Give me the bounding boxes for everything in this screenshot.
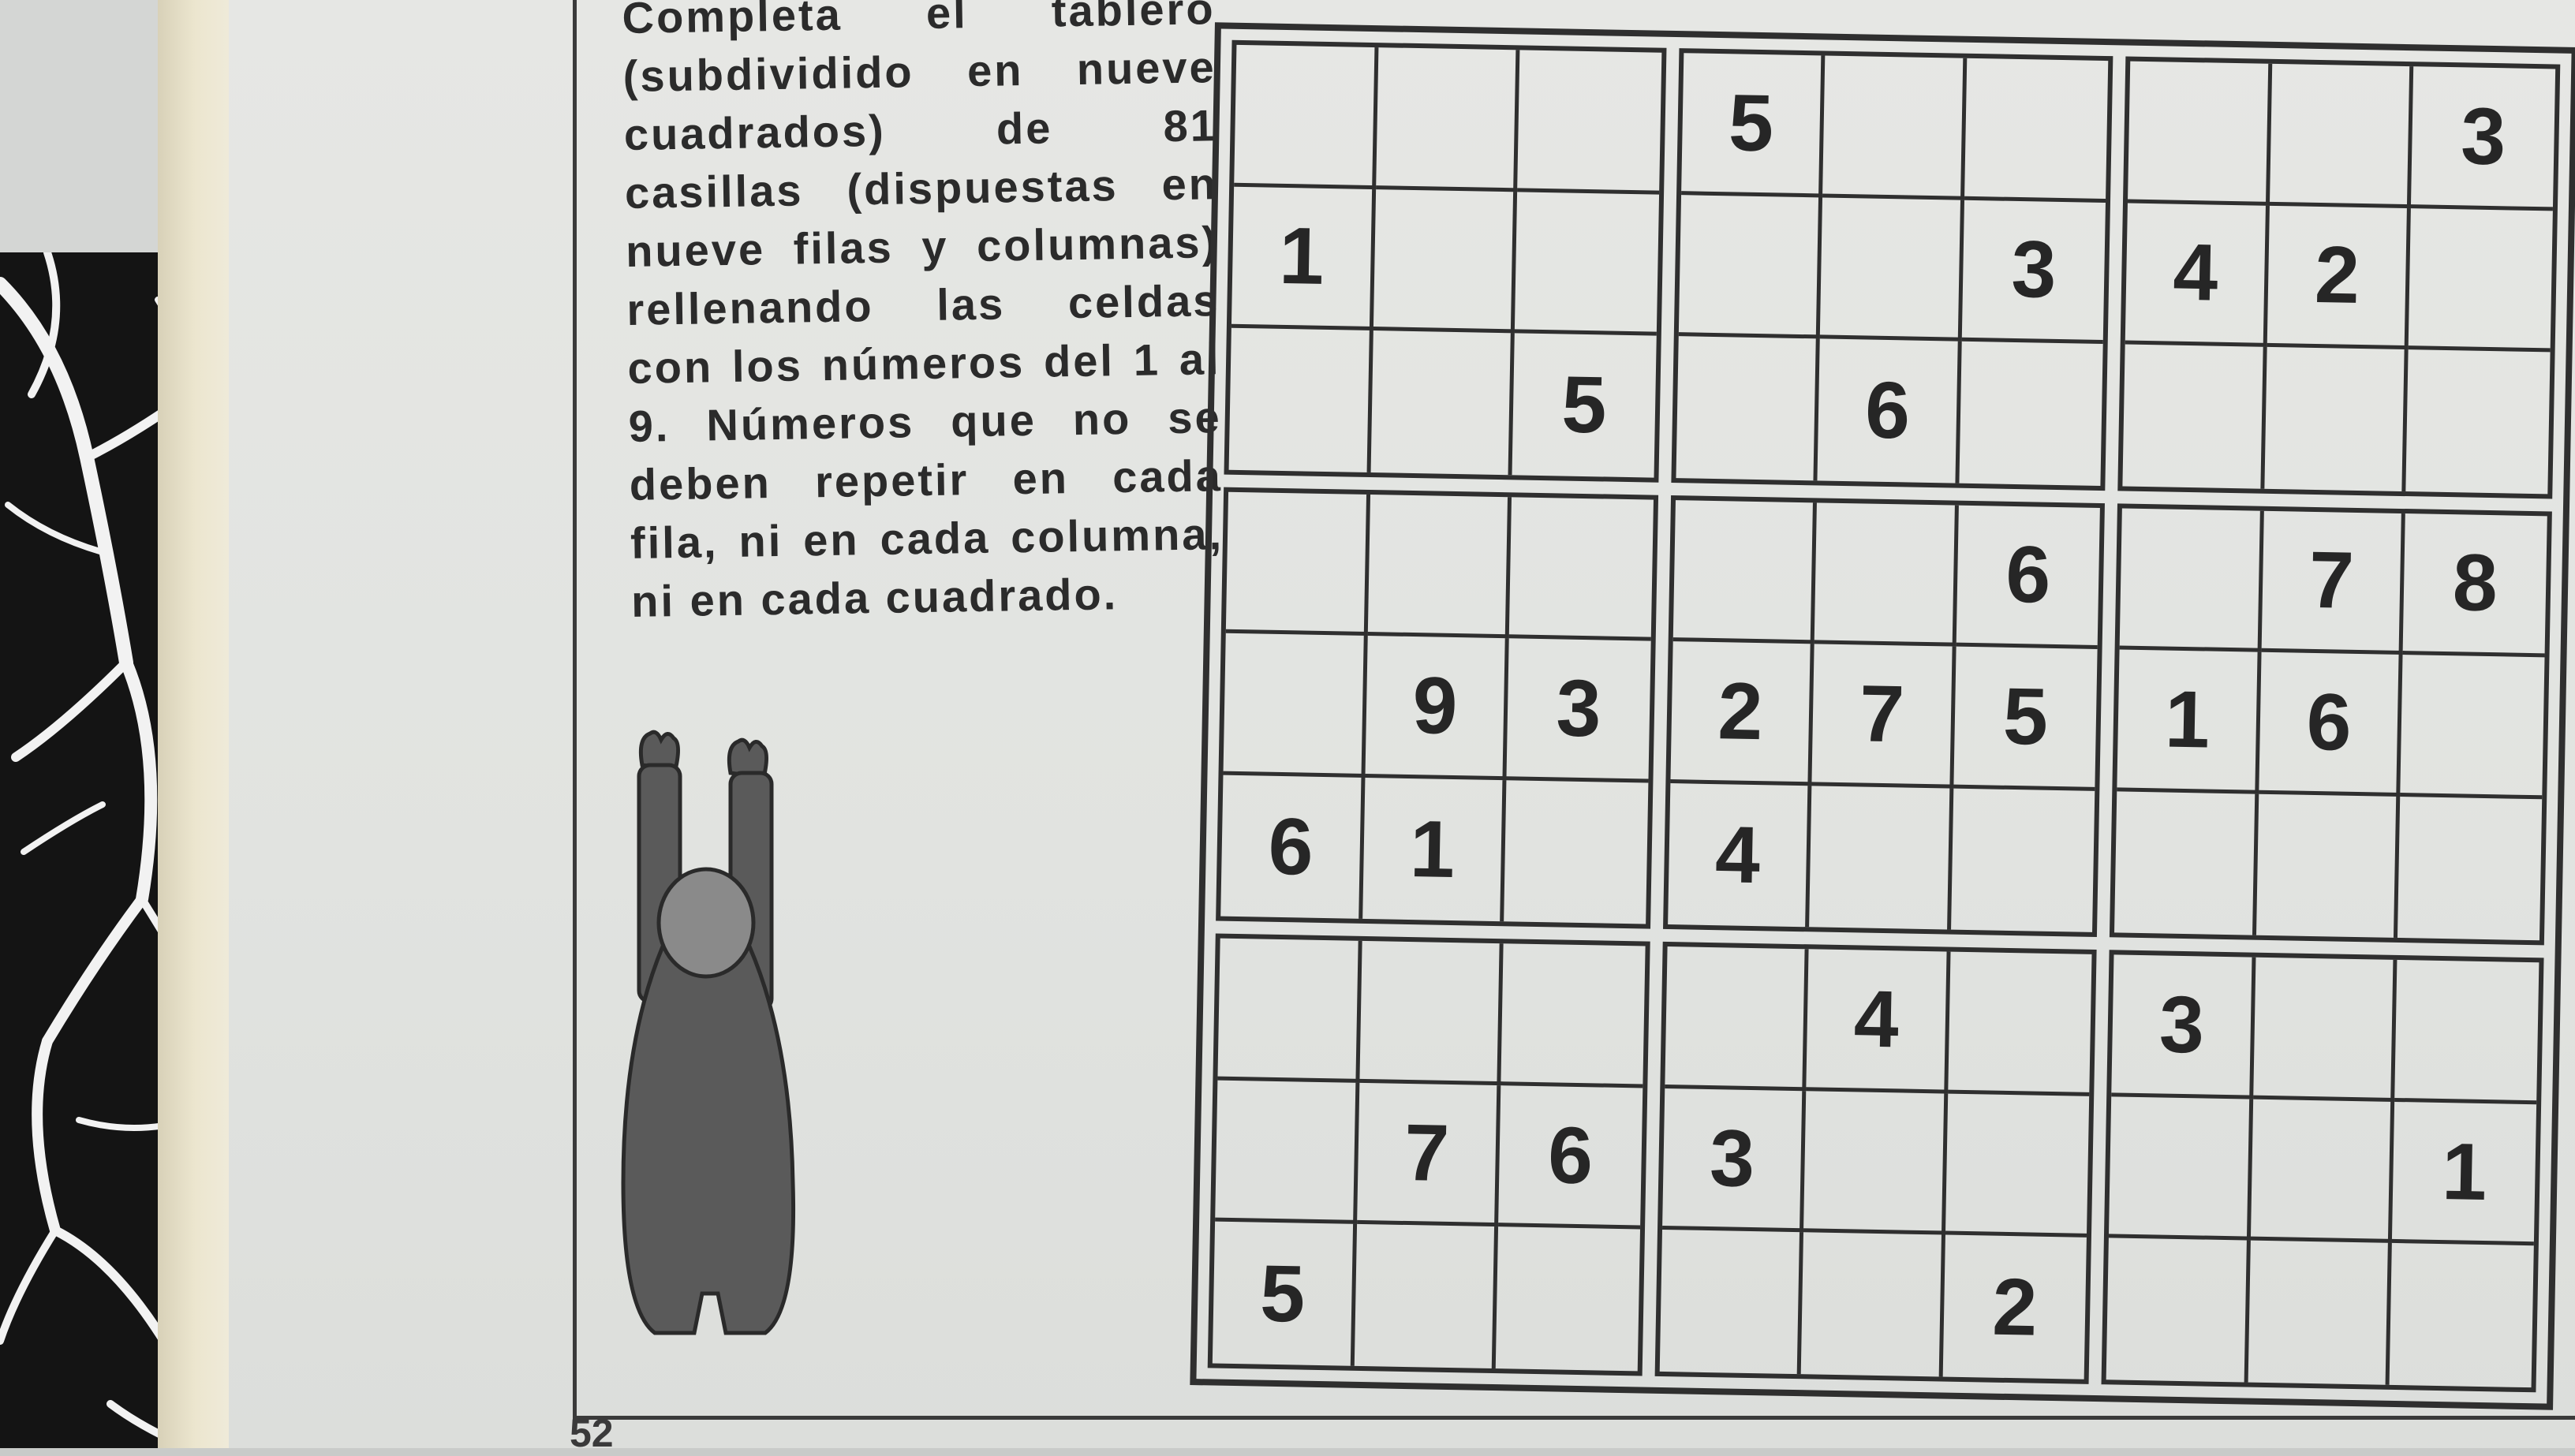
sudoku-cell[interactable]: 6 — [1817, 338, 1962, 483]
sudoku-cell[interactable] — [1659, 1230, 1804, 1375]
sudoku-cell[interactable]: 7 — [2261, 510, 2406, 655]
sudoku-cell[interactable]: 2 — [2267, 205, 2412, 350]
sudoku-cell[interactable] — [1822, 55, 1968, 200]
sudoku-cell[interactable] — [1217, 938, 1362, 1083]
sudoku-cell[interactable] — [1504, 780, 1648, 924]
sudoku-cell[interactable] — [2114, 791, 2259, 936]
sudoku-cell[interactable] — [1819, 197, 1964, 342]
sudoku-cell[interactable] — [1803, 1091, 1949, 1235]
sudoku-cell[interactable]: 4 — [1667, 782, 1812, 928]
sudoku-cell[interactable] — [1367, 494, 1512, 639]
sudoku-cell[interactable] — [2119, 508, 2264, 652]
sudoku-cell[interactable]: 1 — [2117, 649, 2262, 794]
page-number: 52 — [570, 1411, 614, 1455]
sudoku-cell[interactable] — [2255, 793, 2401, 939]
sudoku-cell[interactable] — [1814, 502, 1959, 647]
sudoku-cell[interactable] — [1800, 1232, 1945, 1377]
sudoku-cell[interactable]: 6 — [1220, 775, 1366, 920]
sudoku-cell[interactable] — [2122, 344, 2267, 489]
sudoku-box: 15 — [1224, 39, 1667, 483]
sudoku-cell[interactable]: 1 — [2392, 1101, 2537, 1246]
sudoku-cell[interactable] — [1223, 633, 1368, 778]
sudoku-cell[interactable] — [1370, 330, 1515, 475]
sudoku-cell[interactable] — [1228, 327, 1373, 472]
sudoku-cell[interactable] — [1234, 44, 1378, 189]
sudoku-cell[interactable] — [1945, 1093, 2090, 1238]
sudoku-cell[interactable] — [2248, 1241, 2393, 1385]
puzzle-instructions: Completa el tablero (subdividido en nuev… — [622, 0, 1224, 626]
sudoku-cell[interactable] — [2128, 61, 2273, 206]
sudoku-cell[interactable] — [2397, 797, 2542, 941]
sudoku-cell[interactable]: 5 — [1212, 1222, 1357, 1366]
sudoku-box: 31 — [2101, 950, 2544, 1393]
sudoku-cell[interactable] — [1215, 1080, 1359, 1225]
sudoku-cell[interactable]: 4 — [2125, 203, 2270, 347]
sudoku-cell[interactable] — [1809, 786, 1954, 930]
sudoku-cell[interactable] — [1948, 951, 2092, 1096]
sudoku-cell[interactable] — [2406, 349, 2551, 494]
sudoku-cell[interactable] — [1664, 946, 1809, 1092]
sudoku-box: 62754 — [1662, 495, 2106, 938]
sudoku-cell[interactable]: 2 — [1942, 1235, 2087, 1379]
sudoku-cell[interactable]: 5 — [1953, 646, 2098, 791]
sudoku-cell[interactable]: 7 — [1811, 644, 1956, 789]
sudoku-cell[interactable] — [1672, 499, 1818, 644]
sudoku-cell[interactable]: 3 — [1961, 200, 2106, 345]
sudoku-cell[interactable]: 3 — [2411, 66, 2556, 211]
sudoku-cell[interactable]: 9 — [1365, 636, 1509, 781]
sudoku-cell[interactable] — [2409, 207, 2553, 353]
sudoku-box: 765 — [1207, 933, 1650, 1376]
sudoku-cell[interactable]: 3 — [1661, 1088, 1807, 1233]
sudoku-cell[interactable]: 8 — [2402, 513, 2547, 658]
sudoku-cell[interactable]: 6 — [1956, 505, 2101, 650]
sudoku-cell[interactable] — [2390, 1243, 2534, 1387]
sudoku-cell[interactable] — [1375, 47, 1520, 192]
sudoku-cell[interactable] — [1496, 1227, 1640, 1372]
sudoku-cell[interactable]: 1 — [1362, 777, 1507, 922]
sudoku-board: 15536342936162754781676543231 — [1190, 22, 2575, 1410]
sudoku-cell[interactable] — [2253, 958, 2397, 1102]
sudoku-cell[interactable] — [1501, 943, 1646, 1088]
person-arms-raised-illustration-icon — [621, 730, 796, 1335]
sudoku-cell[interactable] — [2394, 960, 2539, 1105]
sudoku-cell[interactable] — [1951, 788, 2095, 932]
sudoku-cell[interactable]: 6 — [2259, 651, 2403, 797]
sudoku-cell[interactable]: 7 — [1356, 1082, 1501, 1227]
sudoku-cell[interactable]: 3 — [1506, 638, 1651, 783]
sudoku-cell[interactable] — [1959, 342, 2103, 486]
magazine-page: Completa el tablero (subdividido en nuev… — [229, 0, 2575, 1455]
sudoku-box: 7816 — [2110, 503, 2552, 946]
sudoku-box: 536 — [1671, 48, 2113, 491]
sudoku-cell[interactable]: 6 — [1498, 1085, 1643, 1230]
sudoku-box: 342 — [2117, 56, 2561, 499]
sudoku-cell[interactable] — [1359, 941, 1504, 1086]
sudoku-cell[interactable] — [2250, 1099, 2395, 1244]
sudoku-cell[interactable]: 5 — [1512, 333, 1657, 477]
sudoku-cell[interactable] — [1225, 491, 1370, 637]
sudoku-cell[interactable]: 1 — [1231, 186, 1376, 331]
sudoku-cell[interactable] — [1354, 1224, 1499, 1369]
sudoku-box: 9361 — [1216, 487, 1658, 929]
sudoku-cell[interactable] — [1514, 191, 1659, 336]
sudoku-cell[interactable] — [1676, 336, 1820, 481]
sudoku-cell[interactable] — [1964, 58, 2109, 203]
sudoku-cell[interactable] — [1508, 496, 1654, 641]
sudoku-cell[interactable] — [1517, 50, 1662, 195]
sudoku-grid: 15536342936162754781676543231 — [1207, 39, 2561, 1393]
sudoku-cell[interactable]: 2 — [1670, 641, 1814, 786]
sudoku-cell[interactable] — [2264, 346, 2409, 491]
sudoku-cell[interactable] — [2106, 1238, 2251, 1383]
sudoku-cell[interactable] — [2269, 63, 2414, 208]
sudoku-cell[interactable] — [1373, 189, 1518, 334]
sudoku-box: 432 — [1654, 942, 2097, 1384]
sudoku-cell[interactable]: 5 — [1680, 53, 1826, 198]
sudoku-cell[interactable] — [1678, 194, 1823, 339]
sudoku-cell[interactable]: 4 — [1806, 949, 1951, 1094]
sudoku-cell[interactable]: 3 — [2111, 954, 2256, 1099]
sudoku-cell[interactable] — [2400, 655, 2545, 800]
sudoku-cell[interactable] — [2109, 1096, 2254, 1241]
